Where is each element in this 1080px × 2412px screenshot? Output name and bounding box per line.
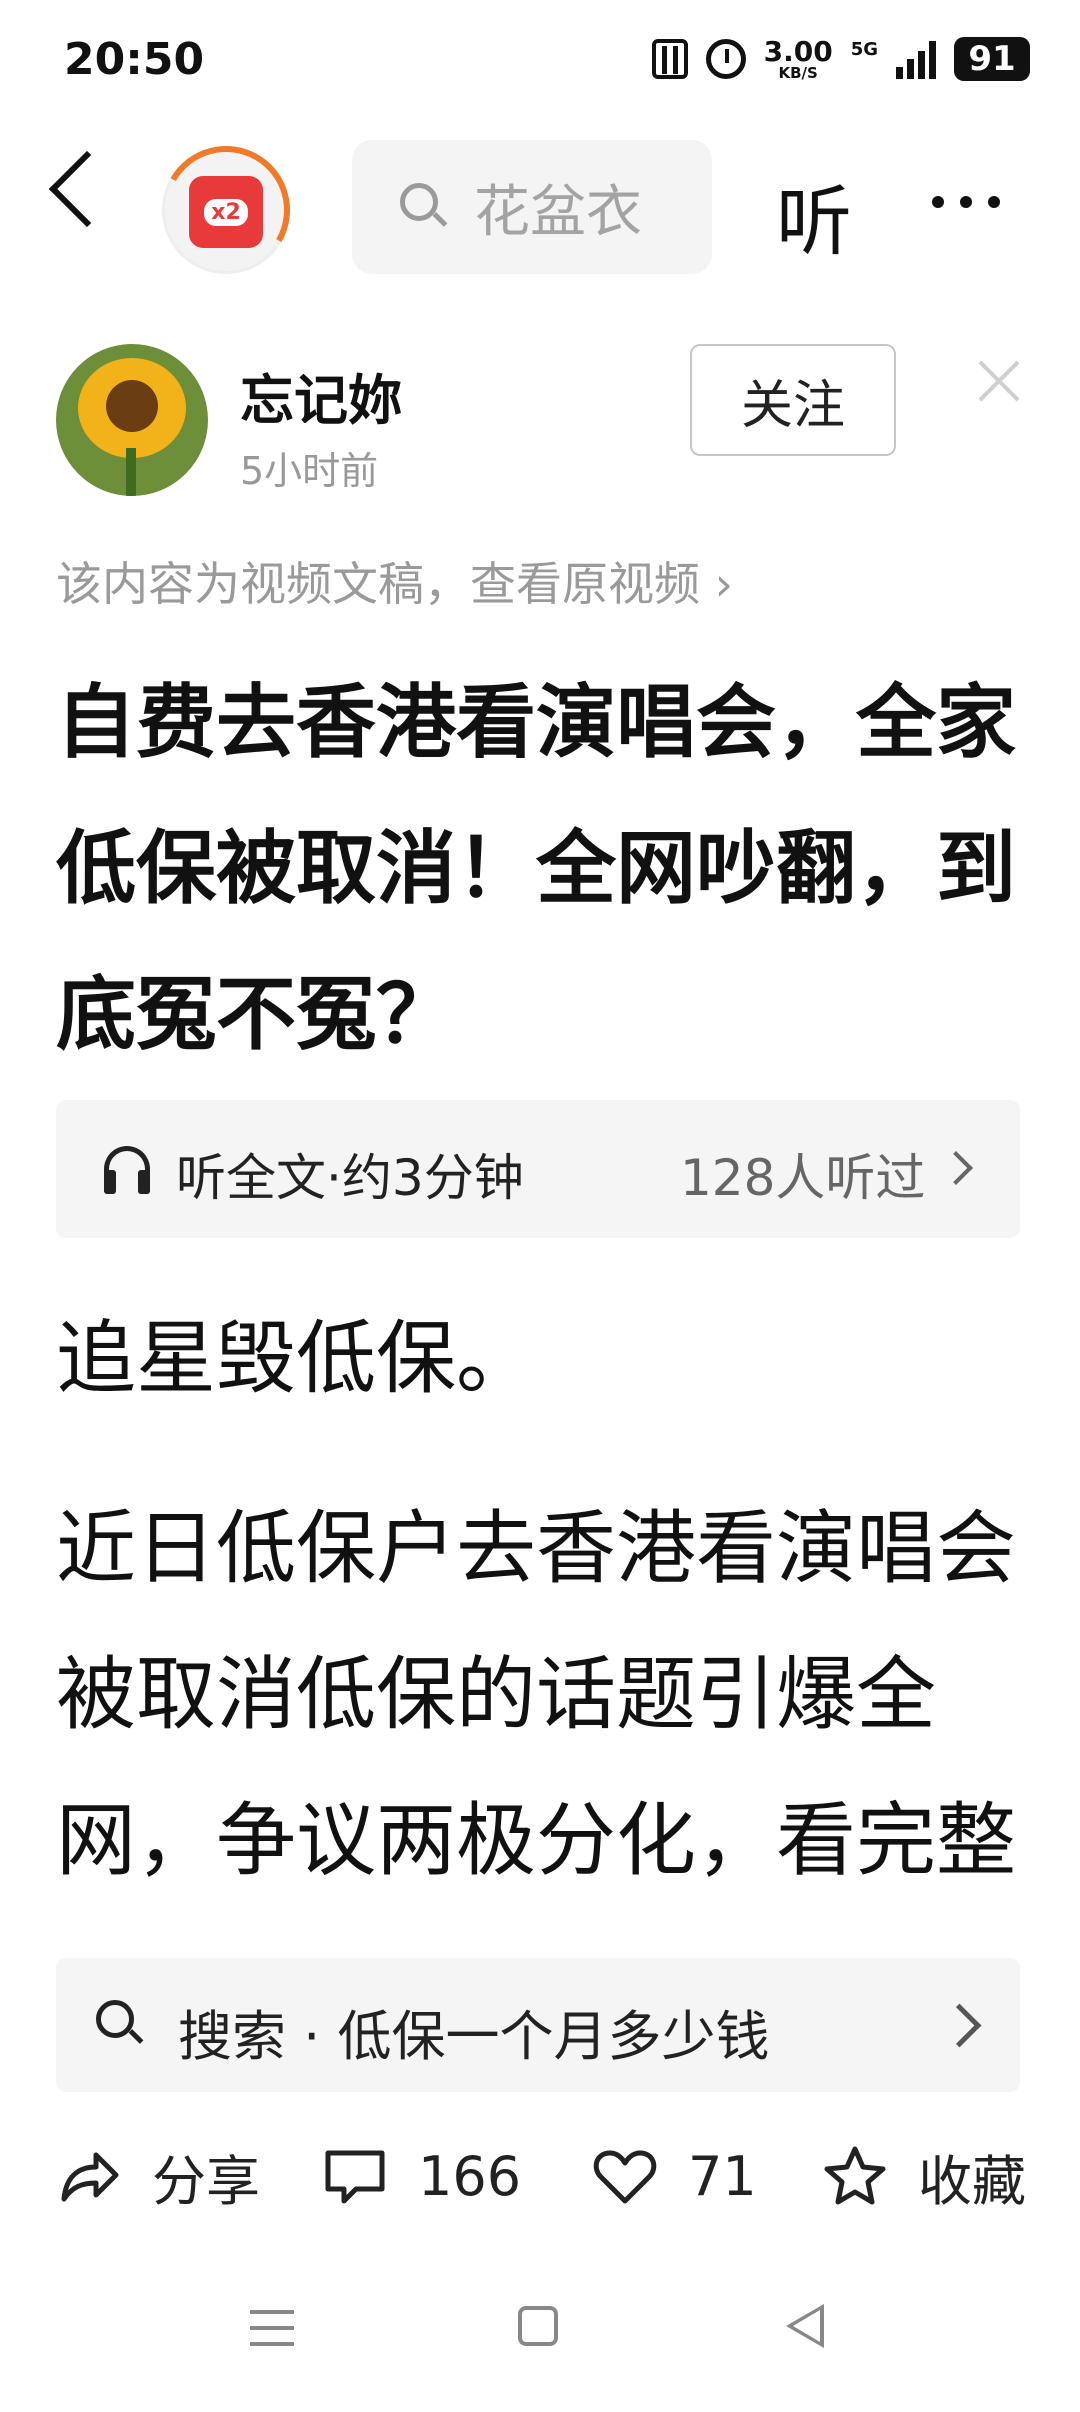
- article-paragraph: 近日低保户去香港看演唱会被取消低保的话题引爆全网，争议两极分化，看完整件事的来龙: [56, 1502, 1016, 1887]
- nfc-icon: [651, 39, 688, 79]
- share-button[interactable]: 分享: [56, 2134, 260, 2218]
- article-title: 自费去香港看演唱会，全家低保被取消！全网吵翻，到底冤不冤？: [56, 676, 1016, 1061]
- listen-full-text-label: 听全文·约3分钟: [176, 1149, 524, 1207]
- like-button[interactable]: 71: [592, 2134, 757, 2218]
- search-input[interactable]: 花盆衣: [352, 140, 712, 274]
- search-placeholder: 花盆衣: [474, 179, 642, 245]
- search-icon: [400, 183, 448, 231]
- star-icon: [822, 2143, 888, 2209]
- system-back-icon-inner: [793, 2310, 820, 2342]
- like-count: 71: [688, 2144, 757, 2208]
- recent-apps-icon[interactable]: [250, 2310, 294, 2350]
- follow-button[interactable]: 关注: [690, 344, 896, 456]
- battery-level: 91: [954, 37, 1030, 81]
- network-speed: 3.00 KB/S: [763, 34, 833, 82]
- back-icon[interactable]: [48, 150, 126, 228]
- close-icon[interactable]: [976, 358, 1022, 404]
- comment-icon: [322, 2143, 388, 2209]
- headphones-icon: [104, 1146, 150, 1194]
- home-icon[interactable]: [518, 2306, 558, 2346]
- network-speed-value: 3.00: [763, 34, 833, 68]
- author-name[interactable]: 忘记妳: [240, 356, 402, 435]
- favorite-button[interactable]: 收藏: [822, 2134, 1026, 2218]
- article-body: 追星毁低保。 近日低保户去香港看演唱会被取消低保的话题引爆全网，争议两极分化，看…: [0, 1286, 1080, 1936]
- signal-icon: [896, 39, 936, 79]
- post-time: 5小时前: [240, 449, 379, 493]
- comment-button[interactable]: 166: [322, 2134, 521, 2218]
- network-type: 5G: [850, 38, 878, 60]
- status-time: 20:50: [64, 34, 205, 85]
- listened-count: 128人听过: [680, 1149, 926, 1207]
- avatar[interactable]: [56, 344, 208, 496]
- red-packet-icon: x2: [189, 176, 263, 248]
- network-speed-unit: KB/S: [778, 63, 818, 82]
- share-label: 分享: [152, 2149, 260, 2213]
- view-original-video-link[interactable]: 该内容为视频文稿，查看原视频 ›: [56, 548, 733, 614]
- comment-count: 166: [418, 2144, 522, 2208]
- article-paragraph: 追星毁低保。: [56, 1312, 536, 1405]
- share-icon: [56, 2143, 122, 2209]
- heart-icon: [592, 2143, 658, 2209]
- alarm-icon: [705, 39, 746, 79]
- search-icon: [96, 2000, 144, 2048]
- listen-button[interactable]: 听: [776, 160, 852, 270]
- favorite-label: 收藏: [918, 2149, 1026, 2213]
- more-options-icon[interactable]: [932, 196, 1000, 208]
- search-suggestion-text[interactable]: 搜索 · 低保一个月多少钱: [178, 1992, 770, 2071]
- status-icons: 3.00 KB/S 5G 91: [651, 30, 1030, 88]
